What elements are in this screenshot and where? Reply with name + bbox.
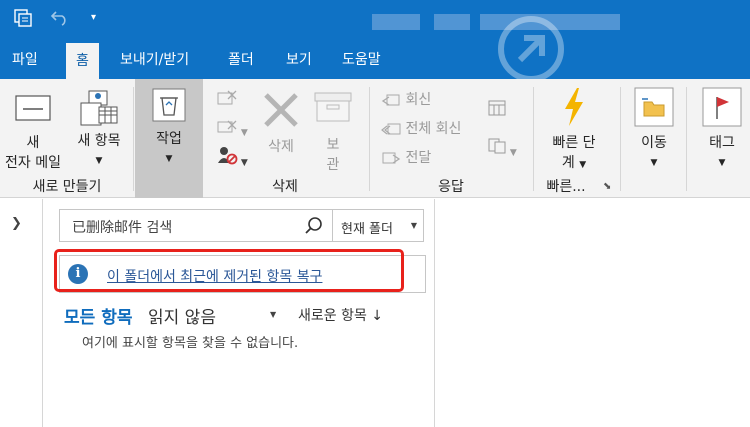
search-icon[interactable]: [304, 216, 324, 236]
cleanup-icon: [217, 120, 237, 133]
reply-all-label: 전체 회신: [405, 121, 462, 137]
move-button[interactable]: 이동 ▼: [626, 87, 682, 173]
quick-steps-label-1: 빠른 단: [552, 135, 596, 151]
forward-label: 전달: [405, 150, 432, 166]
meeting-icon: [488, 100, 506, 116]
group-separator: [533, 87, 534, 191]
reply-button[interactable]: 회신: [381, 89, 431, 109]
reply-all-button[interactable]: 전체 회신: [381, 118, 461, 138]
chevron-down-icon: ▼: [410, 221, 417, 230]
reply-label: 회신: [405, 92, 432, 108]
chevron-down-icon: ▼: [650, 158, 658, 168]
recycle-bin-icon: [152, 88, 186, 122]
search-scope-dropdown[interactable]: 현재 폴더 ▼: [333, 209, 424, 242]
group-label-respond: 응답: [438, 179, 464, 195]
new-email-label-1: 새: [26, 135, 40, 151]
recover-items-bar: i 이 폴더에서 최근에 제거된 항목 복구: [59, 255, 426, 293]
tags-label: 태그: [709, 135, 735, 151]
blurred-title: [434, 14, 470, 30]
archive-label-2: 관: [326, 157, 340, 173]
sort-newest-button[interactable]: 새로운 항목 ↓: [298, 305, 383, 325]
tab-home[interactable]: 홈: [66, 43, 99, 79]
move-label: 이동: [641, 135, 667, 151]
title-bar: ▾: [0, 0, 750, 41]
new-email-button[interactable]: 새 전자 메일: [2, 89, 64, 173]
move-folder-icon: [634, 87, 674, 127]
tasks-button[interactable]: 작업 ▼: [135, 79, 203, 198]
delete-label: 삭제: [268, 139, 294, 155]
group-label-quick-steps: 빠른...: [546, 179, 586, 195]
archive-label-1: 보: [326, 137, 340, 153]
recover-deleted-items-link[interactable]: 이 폴더에서 최근에 제거된 항목 복구: [107, 266, 322, 286]
junk-button[interactable]: ▼: [216, 145, 248, 169]
folder-pane-collapsed: [0, 199, 43, 427]
blurred-title: [372, 14, 420, 30]
tab-send-receive[interactable]: 보내기/받기: [110, 41, 199, 79]
new-email-label-2: 전자 메일: [5, 155, 61, 171]
meeting-button[interactable]: [487, 99, 507, 121]
chevron-down-icon: ▼: [165, 154, 173, 164]
send-receive-icon[interactable]: [14, 9, 32, 31]
chevron-down-icon: ▼: [95, 156, 103, 166]
archive-button[interactable]: 보 관: [308, 91, 358, 175]
group-separator: [369, 87, 370, 191]
tab-help[interactable]: 도움말: [332, 41, 391, 79]
tab-file[interactable]: 파일: [2, 41, 48, 79]
new-items-label: 새 항목: [77, 133, 121, 149]
reply-icon: [381, 94, 400, 106]
tasks-label: 작업: [156, 131, 182, 147]
group-separator: [620, 87, 621, 191]
ribbon-tabs: 파일 홈 보내기/받기 폴더 보기 도움말: [0, 41, 750, 79]
more-respond-icon: [488, 138, 506, 154]
search-input[interactable]: 已删除邮件 검색: [59, 209, 333, 242]
chevron-down-icon: ▼: [718, 158, 726, 168]
delete-button[interactable]: 삭제: [256, 87, 306, 157]
new-items-button[interactable]: 새 항목 ▼: [68, 89, 130, 171]
group-separator: [133, 87, 134, 191]
search-scope-value: 현재 폴더: [341, 222, 393, 237]
archive-box-icon: [314, 92, 352, 122]
envelope-icon: [15, 95, 51, 121]
quick-steps-button[interactable]: 빠른 단 계 ▼: [540, 87, 608, 175]
reply-all-icon: [381, 123, 401, 135]
search-placeholder: 已删除邮件 검색: [72, 220, 173, 236]
tab-folder[interactable]: 폴더: [218, 41, 264, 79]
junk-icon: [218, 147, 238, 165]
flag-icon: [702, 87, 742, 127]
ignore-button[interactable]: [216, 89, 238, 111]
undo-icon[interactable]: [50, 8, 70, 30]
group-separator: [686, 87, 687, 191]
customize-qat-icon[interactable]: ▾: [91, 12, 96, 23]
lightning-icon: [565, 88, 583, 126]
ignore-icon: [217, 90, 237, 105]
new-items-icon: [80, 90, 118, 126]
tags-button[interactable]: 태그 ▼: [694, 87, 750, 173]
forward-button[interactable]: 전달: [381, 147, 431, 167]
filter-unread[interactable]: 읽지 않음: [148, 303, 216, 328]
delete-x-icon: [264, 93, 298, 127]
dialog-launcher-icon[interactable]: ⬊: [603, 181, 611, 192]
cleanup-button[interactable]: ▼: [216, 117, 248, 139]
info-icon: i: [68, 264, 88, 284]
expand-folder-pane-icon[interactable]: ❯: [11, 216, 22, 231]
chevron-down-icon[interactable]: ▼: [270, 310, 276, 319]
more-respond-button[interactable]: ▼: [487, 137, 517, 159]
quick-steps-label-2: 계 ▼: [561, 155, 587, 171]
filter-all-items[interactable]: 모든 항목: [64, 303, 132, 328]
tab-view[interactable]: 보기: [276, 41, 322, 79]
empty-folder-message: 여기에 표시할 항목을 찾을 수 없습니다.: [82, 336, 299, 351]
forward-icon: [382, 152, 401, 164]
group-label-delete: 삭제: [272, 179, 298, 195]
group-label-new: 새로 만들기: [32, 179, 102, 195]
decorative-arrow-icon: [498, 16, 564, 82]
ribbon: 새 전자 메일 새 항목 ▼ 새로 만들기 작업 ▼ ▼ ▼ 삭제 보 관 삭제…: [0, 79, 750, 198]
